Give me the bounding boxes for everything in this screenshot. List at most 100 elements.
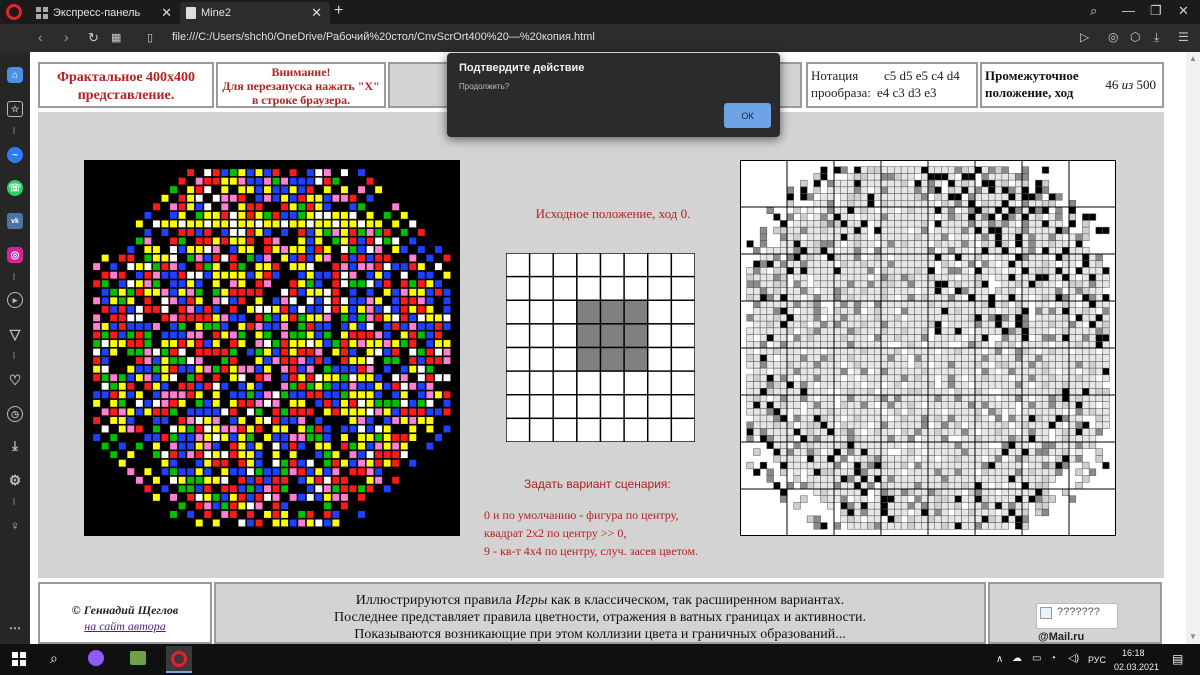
initial-position-grid[interactable] (506, 253, 695, 442)
tips-icon[interactable]: ♀ (7, 517, 23, 533)
downloads-icon[interactable]: ⤓ (7, 438, 23, 454)
cube-icon[interactable]: ⬡ (1130, 30, 1140, 44)
close-tab-icon[interactable]: ✕ (161, 5, 172, 21)
grid-cell[interactable] (552, 370, 578, 396)
grid-cell[interactable] (647, 299, 673, 325)
grid-cell[interactable] (506, 346, 531, 372)
more-icon[interactable]: ⋯ (7, 620, 23, 636)
easy-setup-icon[interactable]: ☰ (1178, 30, 1189, 44)
grid-cell[interactable] (647, 417, 673, 442)
grid-cell[interactable] (576, 370, 602, 396)
ok-button[interactable]: ОК (724, 103, 771, 128)
scroll-down-icon[interactable]: ▼ (1189, 632, 1197, 641)
forward-icon[interactable]: › (64, 29, 69, 45)
grid-cell[interactable] (670, 323, 695, 349)
grid-cell[interactable] (528, 346, 554, 372)
grid-cell[interactable] (506, 253, 531, 278)
grid-cell[interactable] (528, 370, 554, 396)
opera-taskbar-button[interactable] (166, 646, 192, 673)
instagram-icon[interactable]: ◎ (7, 247, 23, 263)
whatsapp-icon[interactable]: ☏ (7, 180, 23, 196)
grid-cell[interactable] (623, 370, 649, 396)
home-icon[interactable]: ⌂ (7, 67, 23, 83)
grid-cell[interactable] (599, 253, 625, 278)
grid-cell[interactable] (599, 275, 625, 301)
grid-cell[interactable] (576, 346, 602, 372)
grid-cell[interactable] (552, 417, 578, 442)
download-icon[interactable]: ⤓ (1154, 30, 1159, 45)
grid-cell[interactable] (552, 323, 578, 349)
grid-cell[interactable] (506, 299, 531, 325)
grid-cell[interactable] (506, 394, 531, 420)
search-icon[interactable]: ⌕ (50, 650, 58, 667)
grid-cell[interactable] (647, 323, 673, 349)
grid-cell[interactable] (623, 253, 649, 278)
grid-cell[interactable] (576, 323, 602, 349)
grid-cell[interactable] (623, 417, 649, 442)
reload-icon[interactable]: ↻ (88, 30, 99, 46)
grid-cell[interactable] (647, 394, 673, 420)
windows-start-icon[interactable] (12, 652, 26, 666)
grid-cell[interactable] (623, 299, 649, 325)
grid-cell[interactable] (647, 275, 673, 301)
settings-icon[interactable]: ⚙ (7, 472, 23, 488)
camera-icon[interactable]: ◎ (1108, 30, 1118, 44)
grid-cell[interactable] (506, 323, 531, 349)
messenger-icon[interactable]: ~ (7, 147, 23, 163)
player-icon[interactable]: ▸ (7, 292, 23, 308)
alice-icon[interactable] (88, 650, 104, 666)
history-icon[interactable]: ◷ (7, 406, 23, 422)
scroll-up-icon[interactable]: ▲ (1189, 54, 1197, 63)
grid-cell[interactable] (552, 299, 578, 325)
grid-cell[interactable] (599, 323, 625, 349)
grid-cell[interactable] (670, 417, 695, 442)
grid-cell[interactable] (623, 346, 649, 372)
tab-mine2[interactable]: Mine2 ✕ (180, 2, 330, 24)
grid-cell[interactable] (623, 323, 649, 349)
grid-cell[interactable] (670, 253, 695, 278)
grid-cell[interactable] (576, 394, 602, 420)
grid-cell[interactable] (599, 394, 625, 420)
battery-icon[interactable]: ▭ (1032, 653, 1041, 664)
grid-cell[interactable] (506, 370, 531, 396)
grid-cell[interactable] (599, 299, 625, 325)
back-icon[interactable]: ‹ (38, 29, 43, 45)
grid-cell[interactable] (670, 275, 695, 301)
grid-cell[interactable] (599, 370, 625, 396)
vk-icon[interactable]: vk (7, 213, 23, 229)
url-field[interactable]: file:///C:/Users/shch0/OneDrive/Рабочий%… (172, 31, 595, 43)
volume-icon[interactable]: ◁) (1068, 653, 1079, 664)
minimize-icon[interactable]: — (1122, 3, 1135, 18)
close-window-icon[interactable]: ✕ (1178, 3, 1189, 19)
notifications-icon[interactable]: ▤ (1172, 652, 1183, 666)
grid-cell[interactable] (528, 417, 554, 442)
language-indicator[interactable]: РУС (1088, 655, 1106, 665)
grid-cell[interactable] (528, 323, 554, 349)
grid-cell[interactable] (552, 346, 578, 372)
page-scrollbar[interactable]: ▲ ▼ (1186, 52, 1200, 644)
heart-icon[interactable]: ♡ (7, 372, 23, 388)
grid-cell[interactable] (599, 346, 625, 372)
grid-cell[interactable] (599, 417, 625, 442)
grid-cell[interactable] (552, 275, 578, 301)
broken-image[interactable]: ??????? (1036, 603, 1118, 629)
grid-cell[interactable] (576, 253, 602, 278)
grid-cell[interactable] (528, 299, 554, 325)
network-icon[interactable]: ◔ (1050, 653, 1056, 664)
grid-cell[interactable] (528, 253, 554, 278)
grid-cell[interactable] (623, 275, 649, 301)
tabs-overview-icon[interactable]: ▦ (111, 31, 121, 44)
cloud-icon[interactable]: ☁ (1012, 653, 1022, 664)
bookmarks-icon[interactable]: ☆ (7, 101, 23, 117)
grid-cell[interactable] (670, 346, 695, 372)
send-icon[interactable]: ▷ (1080, 30, 1089, 44)
grid-cell[interactable] (528, 394, 554, 420)
grid-cell[interactable] (647, 253, 673, 278)
grid-cell[interactable] (647, 370, 673, 396)
new-tab-icon[interactable]: + (334, 2, 343, 20)
minecraft-icon[interactable] (130, 651, 146, 665)
grid-cell[interactable] (528, 275, 554, 301)
grid-cell[interactable] (670, 299, 695, 325)
close-tab-icon[interactable]: ✕ (311, 5, 322, 21)
grid-cell[interactable] (552, 394, 578, 420)
